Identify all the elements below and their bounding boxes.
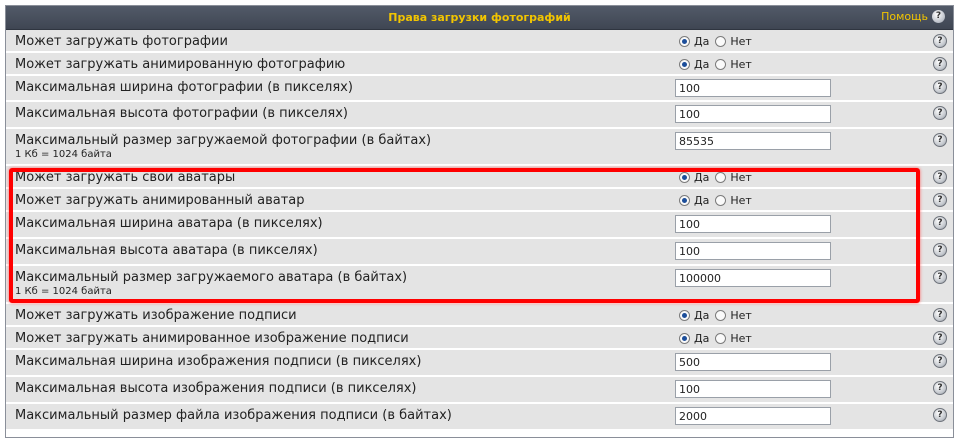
settings-row: Может загружать анимированный аватар Да Не… [6, 189, 953, 212]
setting-value-input[interactable]: 85535 [675, 132, 831, 150]
setting-label: Может загружать анимированный аватар [15, 193, 305, 208]
settings-row: Максимальная высота аватара (в пикселях)… [6, 239, 953, 266]
radio-no-label[interactable]: Нет [730, 35, 751, 48]
setting-value-input[interactable]: 100 [675, 215, 831, 233]
radio-no-label[interactable]: Нет [730, 171, 751, 184]
panel-title: Права загрузки фотографий [388, 11, 571, 24]
settings-row: Может загружать анимированную фотографию… [6, 53, 953, 76]
help-icon[interactable]: ? [933, 308, 947, 322]
setting-value-input[interactable]: 100 [675, 105, 831, 123]
help-icon: ? [932, 10, 945, 23]
setting-label: Может загружать изображение подписи [15, 308, 297, 323]
yes-no-radio-group: Да Нет [679, 332, 758, 345]
settings-row: Может загружать изображение подписи Да Нет… [6, 304, 953, 327]
yes-no-radio-group: Да Нет [679, 194, 758, 207]
setting-label: Максимальная высота аватара (в пикселях) [15, 243, 318, 258]
radio-yes[interactable] [679, 310, 690, 321]
help-icon[interactable]: ? [933, 243, 947, 257]
setting-label: Максимальная высота изображения подписи … [15, 381, 417, 396]
settings-row: Может загружать анимированное изображени… [6, 327, 953, 350]
help-icon[interactable]: ? [933, 34, 947, 48]
help-icon[interactable]: ? [933, 408, 947, 422]
setting-value-input[interactable]: 100 [675, 242, 831, 260]
radio-no[interactable] [715, 195, 727, 206]
setting-value-input[interactable]: 100 [675, 79, 831, 97]
radio-yes[interactable] [679, 172, 690, 183]
yes-no-radio-group: Да Нет [679, 309, 758, 322]
setting-value-input[interactable]: 100 [675, 380, 831, 398]
help-icon[interactable]: ? [933, 57, 947, 71]
panel-header: Права загрузки фотографий Помощь ? [6, 6, 953, 30]
help-icon[interactable]: ? [933, 80, 947, 94]
settings-row: Максимальный размер загружаемой фотограф… [6, 129, 953, 166]
radio-yes-label[interactable]: Да [694, 309, 709, 322]
setting-sublabel: 1 Кб = 1024 байта [15, 286, 112, 297]
help-link[interactable]: Помощь ? [881, 10, 945, 23]
setting-sublabel: 1 Кб = 1024 байта [15, 149, 112, 160]
setting-label: Максимальная ширина изображения подписи … [15, 354, 422, 369]
radio-yes[interactable] [679, 59, 690, 70]
settings-row: Максимальная ширина изображения подписи … [6, 350, 953, 377]
radio-no-label[interactable]: Нет [730, 194, 751, 207]
help-icon[interactable]: ? [933, 354, 947, 368]
radio-yes[interactable] [679, 333, 690, 344]
settings-row: Максимальная ширина аватара (в пикселях)… [6, 212, 953, 239]
radio-no[interactable] [715, 59, 727, 70]
setting-label: Может загружать фотографии [15, 34, 228, 49]
setting-label: Максимальная ширина фотографии (в пиксел… [15, 80, 353, 95]
setting-label: Максимальная ширина аватара (в пикселях) [15, 216, 323, 231]
yes-no-radio-group: Да Нет [679, 58, 758, 71]
radio-no[interactable] [715, 172, 727, 183]
help-icon[interactable]: ? [933, 193, 947, 207]
radio-yes-label[interactable]: Да [694, 194, 709, 207]
help-icon[interactable]: ? [933, 216, 947, 230]
radio-yes-label[interactable]: Да [694, 171, 709, 184]
help-icon[interactable]: ? [933, 381, 947, 395]
radio-no-label[interactable]: Нет [730, 309, 751, 322]
radio-yes[interactable] [679, 36, 690, 47]
settings-row: Может загружать фотографии Да Нет? [6, 30, 953, 53]
radio-no-label[interactable]: Нет [730, 58, 751, 71]
yes-no-radio-group: Да Нет [679, 171, 758, 184]
setting-label: Максимальный размер файла изображения по… [15, 408, 452, 423]
setting-value-input[interactable]: 100000 [675, 269, 831, 287]
radio-yes-label[interactable]: Да [694, 35, 709, 48]
settings-row: Максимальная высота изображения подписи … [6, 377, 953, 404]
help-icon[interactable]: ? [933, 133, 947, 147]
setting-label: Максимальная высота фотографии (в пиксел… [15, 106, 348, 121]
setting-label: Максимальный размер загружаемого аватара… [15, 270, 408, 285]
setting-label: Может загружать свои аватары [15, 170, 236, 185]
radio-yes[interactable] [679, 195, 690, 206]
settings-row: Максимальная высота фотографии (в пиксел… [6, 102, 953, 129]
setting-label: Максимальный размер загружаемой фотограф… [15, 133, 432, 148]
settings-row: Максимальный размер загружаемого аватара… [6, 266, 953, 304]
radio-no[interactable] [715, 310, 727, 321]
settings-row: Может загружать свои аватары Да Нет? [6, 166, 953, 189]
radio-no-label[interactable]: Нет [730, 332, 751, 345]
setting-value-input[interactable]: 2000 [675, 407, 831, 425]
setting-label: Может загружать анимированную фотографию [15, 57, 346, 72]
radio-no[interactable] [715, 36, 727, 47]
yes-no-radio-group: Да Нет [679, 35, 758, 48]
settings-row: Максимальный размер файла изображения по… [6, 404, 953, 431]
setting-label: Может загружать анимированное изображени… [15, 331, 409, 346]
radio-yes-label[interactable]: Да [694, 58, 709, 71]
help-icon[interactable]: ? [933, 270, 947, 284]
settings-row: Максимальная ширина фотографии (в пиксел… [6, 76, 953, 102]
setting-value-input[interactable]: 500 [675, 353, 831, 371]
radio-no[interactable] [715, 333, 727, 344]
radio-yes-label[interactable]: Да [694, 332, 709, 345]
help-icon[interactable]: ? [933, 331, 947, 345]
help-label: Помощь [881, 10, 928, 23]
upload-permissions-panel: Права загрузки фотографий Помощь ? Может… [5, 5, 954, 438]
help-icon[interactable]: ? [933, 106, 947, 120]
help-icon[interactable]: ? [933, 170, 947, 184]
